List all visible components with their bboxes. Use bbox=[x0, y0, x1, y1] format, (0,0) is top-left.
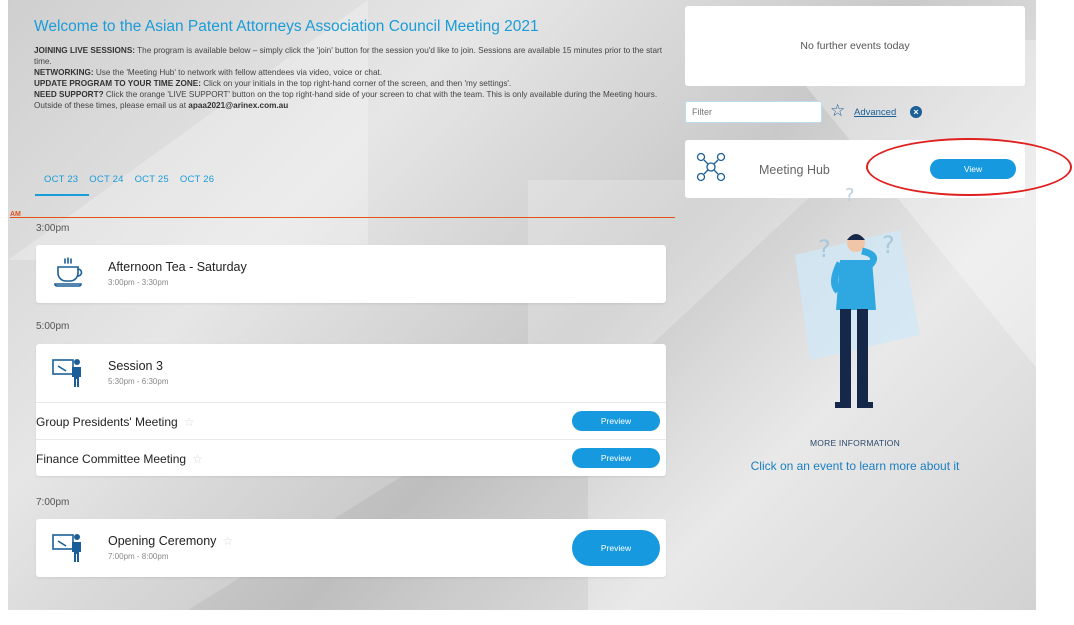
event-title: Afternoon Tea - Saturday bbox=[108, 260, 247, 274]
intro-label-support: NEED SUPPORT? bbox=[34, 90, 104, 99]
intro-text-timezone: Click on your initials in the top right-… bbox=[200, 79, 512, 88]
clear-filter-icon[interactable]: × bbox=[910, 106, 922, 118]
intro-paragraph: JOINING LIVE SESSIONS: The program is av… bbox=[34, 45, 674, 111]
sub-session-title: Finance Committee Meeting ☆ bbox=[36, 452, 203, 466]
event-time: 7:00pm - 8:00pm bbox=[108, 552, 169, 561]
sub-session-row[interactable]: Finance Committee Meeting ☆ Preview bbox=[36, 439, 666, 476]
presenter-icon bbox=[52, 359, 81, 387]
favorite-star-icon[interactable]: ☆ bbox=[192, 452, 203, 466]
advanced-filter-link[interactable]: Advanced bbox=[854, 107, 896, 118]
intro-label-networking: NETWORKING: bbox=[34, 68, 94, 77]
time-slot-label: 5:00pm bbox=[36, 321, 70, 332]
event-card-session-3[interactable]: Session 3 5:30pm - 6:30pm Group Presiden… bbox=[36, 344, 666, 476]
sub-session-title-text: Finance Committee Meeting bbox=[36, 452, 187, 466]
event-title: Opening Ceremony ☆ bbox=[108, 534, 233, 548]
intro-text-support: Click the orange 'LIVE SUPPORT' button o… bbox=[34, 90, 658, 110]
upcoming-events-panel: No further events today bbox=[685, 6, 1025, 86]
intro-label-timezone: UPDATE PROGRAM TO YOUR TIME ZONE: bbox=[34, 79, 201, 88]
tab-oct-26[interactable]: OCT 26 bbox=[180, 174, 225, 185]
preview-button[interactable]: Preview bbox=[572, 530, 660, 566]
time-slot-label: 3:00pm bbox=[36, 223, 70, 234]
time-slot-label: 7:00pm bbox=[36, 497, 70, 508]
sub-session-title-text: Group Presidents' Meeting bbox=[36, 415, 178, 429]
no-events-text: No further events today bbox=[800, 40, 910, 52]
page-title: Welcome to the Asian Patent Attorneys As… bbox=[34, 18, 539, 35]
favorite-star-icon[interactable]: ☆ bbox=[222, 534, 233, 548]
confused-person-illustration: ? ? ? bbox=[795, 185, 920, 408]
sub-session-title: Group Presidents' Meeting ☆ bbox=[36, 415, 194, 429]
event-title-text: Opening Ceremony bbox=[108, 534, 217, 548]
preview-button[interactable]: Preview bbox=[572, 411, 660, 431]
svg-text:?: ? bbox=[882, 231, 895, 259]
current-time-line bbox=[10, 217, 675, 218]
sub-session-row[interactable]: Group Presidents' Meeting ☆ Preview bbox=[36, 402, 666, 439]
presenter-icon bbox=[52, 534, 81, 562]
intro-label-joining: JOINING LIVE SESSIONS: bbox=[34, 46, 136, 55]
preview-button[interactable]: Preview bbox=[572, 448, 660, 468]
event-card-afternoon-tea[interactable]: Afternoon Tea - Saturday 3:00pm - 3:30pm bbox=[36, 245, 666, 303]
event-time: 5:30pm - 6:30pm bbox=[108, 377, 169, 386]
more-info-text: Click on an event to learn more about it bbox=[750, 459, 960, 473]
more-info-heading: MORE INFORMATION bbox=[810, 438, 900, 448]
date-tabs: OCT 23 OCT 24 OCT 25 OCT 26 bbox=[34, 174, 225, 196]
intro-text-networking: Use the 'Meeting Hub' to network with fe… bbox=[93, 68, 383, 77]
favorite-star-icon[interactable]: ☆ bbox=[184, 415, 195, 429]
meeting-hub-label: Meeting Hub bbox=[759, 163, 830, 177]
event-title: Session 3 bbox=[108, 359, 163, 373]
filter-input[interactable] bbox=[685, 101, 822, 123]
favorites-filter-star-icon[interactable]: ☆ bbox=[830, 101, 845, 121]
event-card-opening-ceremony[interactable]: Opening Ceremony ☆ 7:00pm - 8:00pm Previe… bbox=[36, 519, 666, 577]
event-time: 3:00pm - 3:30pm bbox=[108, 278, 169, 287]
tea-cup-icon bbox=[54, 257, 83, 287]
tab-oct-23[interactable]: OCT 23 bbox=[34, 174, 90, 196]
support-email[interactable]: apaa2021@arinex.com.au bbox=[188, 101, 288, 110]
intro-section: Welcome to the Asian Patent Attorneys As… bbox=[34, 18, 674, 111]
tab-oct-24[interactable]: OCT 24 bbox=[89, 174, 134, 185]
svg-text:?: ? bbox=[845, 185, 855, 206]
network-people-icon bbox=[696, 152, 726, 182]
svg-text:?: ? bbox=[818, 235, 831, 263]
tab-oct-25[interactable]: OCT 25 bbox=[135, 174, 180, 185]
